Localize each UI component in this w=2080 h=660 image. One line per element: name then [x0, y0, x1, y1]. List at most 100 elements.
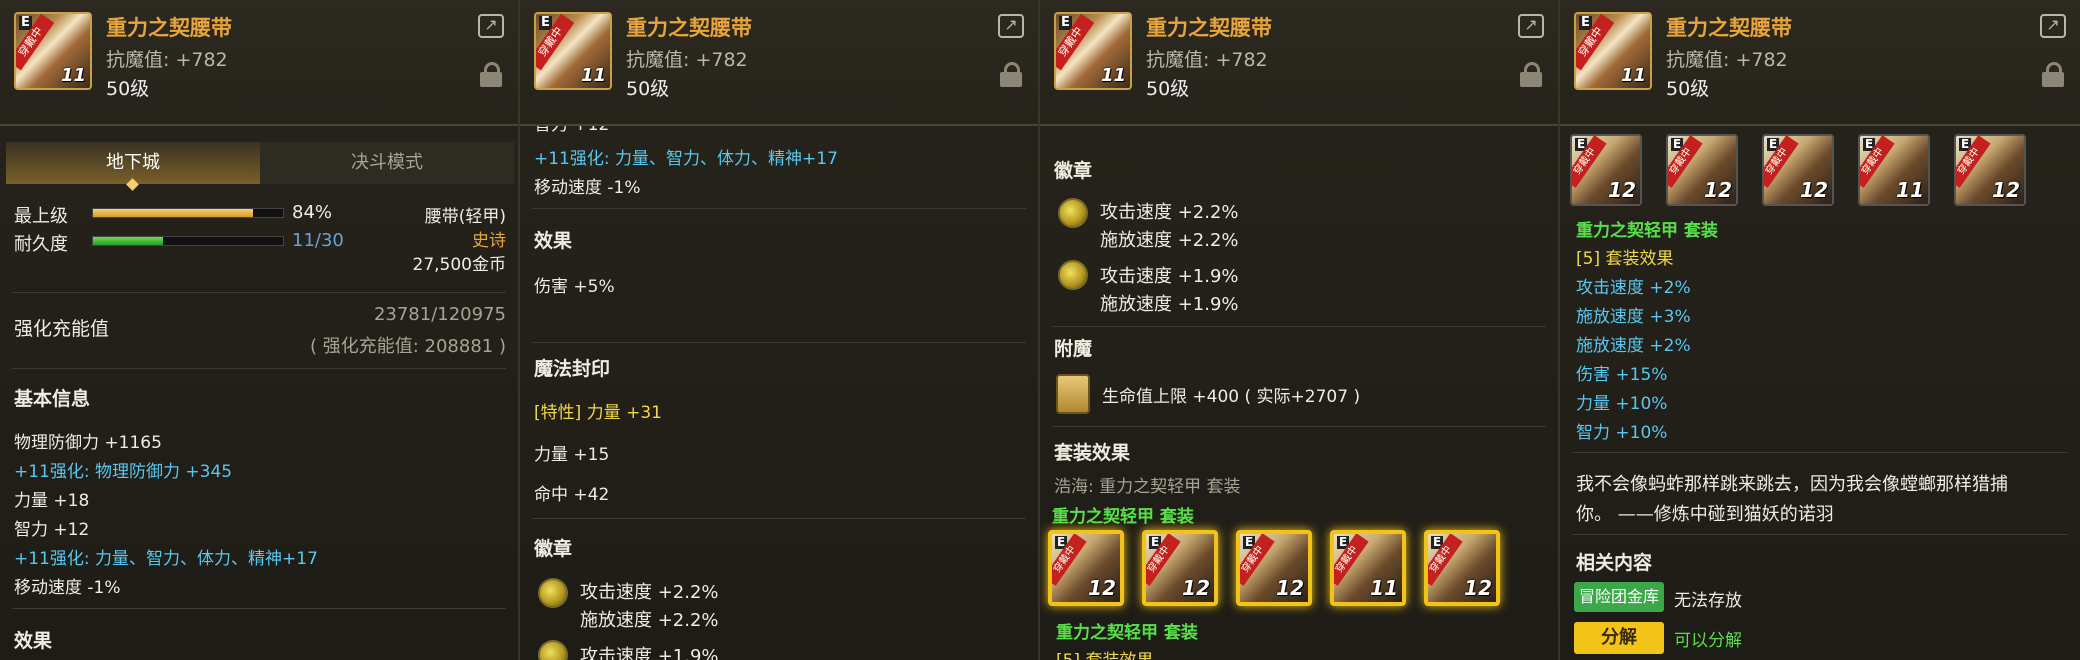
stat-line: 力量 +18 [14, 491, 90, 511]
set-stat: 攻击速度 +2% [1576, 278, 1691, 298]
set-stat: 施放速度 +3% [1576, 307, 1691, 327]
durability-value: 11/30 [292, 230, 344, 251]
disassemble-status: 可以分解 [1674, 631, 1742, 651]
set-source: 浩海: 重力之契轻甲 套装 [1054, 477, 1241, 497]
divider [12, 292, 506, 293]
stat-line: 移动速度 -1% [14, 578, 121, 598]
divider [532, 342, 1026, 343]
share-icon[interactable]: ↗ [998, 14, 1024, 38]
share-icon[interactable]: ↗ [2040, 14, 2066, 38]
stat-line: 智力 +12 [14, 520, 90, 540]
item-name: 重力之契腰带 [1146, 16, 1272, 40]
set-name: 重力之契轻甲 套装 [1052, 507, 1194, 527]
storage-status: 无法存放 [1674, 591, 1742, 611]
set-item-icon[interactable]: E 穿戴中 12 [1236, 530, 1312, 606]
set-item-icon[interactable]: E 穿戴中 12 [1570, 134, 1642, 206]
flavor-text: 我不会像蚂蚱那样跳来跳去，因为我会像螳螂那样猎捕 [1576, 474, 2008, 495]
stat-line: +11强化: 物理防御力 +345 [14, 462, 233, 482]
set-item-icon[interactable]: E 穿戴中 12 [1762, 134, 1834, 206]
effect-heading: 效果 [534, 230, 573, 252]
tooltip-header: E 穿戴中 11 重力之契腰带 抗魔值: +782 50级 ↗ [520, 0, 1038, 126]
emblem-line: 施放速度 +2.2% [1100, 230, 1239, 251]
emblem-icon [1058, 260, 1088, 290]
stat-line: 物理防御力 +1165 [14, 433, 162, 453]
seal-line: 命中 +42 [534, 485, 610, 505]
item-icon: E 穿戴中 11 [534, 12, 612, 90]
divider [532, 208, 1026, 209]
tab-duel[interactable]: 决斗模式 [260, 142, 514, 184]
set-item-icon[interactable]: E 穿戴中 11 [1330, 530, 1406, 606]
disassemble-button[interactable]: 分解 [1574, 622, 1664, 654]
enchant-heading: 附魔 [1054, 338, 1093, 360]
lock-icon[interactable] [480, 62, 502, 88]
share-icon[interactable]: ↗ [478, 14, 504, 38]
item-level: 50级 [626, 78, 670, 100]
storage-button[interactable]: 冒险团金库 [1574, 582, 1664, 612]
emblem-line: 攻击速度 +1.9% [580, 646, 719, 660]
seal-line: 力量 +15 [534, 445, 610, 465]
stat-line: +11强化: 力量、智力、体力、精神+17 [14, 549, 318, 569]
set-name: 重力之契轻甲 套装 [1576, 221, 1718, 241]
item-name: 重力之契腰带 [1666, 16, 1792, 40]
set-item-icon[interactable]: E 穿戴中 12 [1142, 530, 1218, 606]
anti-magic-value: 抗魔值: +782 [626, 49, 748, 71]
enhance-level: 11 [1100, 65, 1126, 86]
enhance-level: 11 [60, 65, 86, 86]
set-item-icon[interactable]: E 穿戴中 12 [1666, 134, 1738, 206]
emblem-heading: 徽章 [1054, 160, 1093, 182]
flavor-text: 你。 ——修炼中碰到猫妖的诺羽 [1576, 504, 1834, 525]
stat-line: 移动速度 -1% [534, 178, 641, 198]
durability-label: 耐久度 [14, 234, 68, 255]
set-item-icon[interactable]: E 穿戴中 12 [1954, 134, 2026, 206]
item-name: 重力之契腰带 [106, 16, 232, 40]
tooltip-panel-4: E 穿戴中 11 重力之契腰带 抗魔值: +782 50级 ↗ E 穿戴中 12 E… [1560, 0, 2080, 660]
set-stat: 智力 +10% [1576, 423, 1668, 443]
item-level: 50级 [1666, 78, 1710, 100]
set-stat: 力量 +10% [1576, 394, 1668, 414]
tooltip-header: E 穿戴中 11 重力之契腰带 抗魔值: +782 50级 ↗ [1040, 0, 1558, 126]
item-icon: E 穿戴中 11 [14, 12, 92, 90]
grade-bar [92, 208, 284, 218]
item-icon: E 穿戴中 11 [1054, 12, 1132, 90]
set-stat: 伤害 +15% [1576, 365, 1668, 385]
emblem-icon [538, 640, 568, 660]
seal-heading: 魔法封印 [534, 358, 611, 380]
effect-heading: 效果 [14, 630, 53, 652]
emblem-heading: 徽章 [534, 538, 573, 560]
durability-bar [92, 236, 284, 246]
stat-line: +11强化: 力量、智力、体力、精神+17 [534, 149, 838, 169]
share-icon[interactable]: ↗ [1518, 14, 1544, 38]
slot-type: 腰带(轻甲) [424, 207, 506, 227]
set-tier-cut: [5] 套装效果 [1056, 646, 1153, 660]
basic-info-heading: 基本信息 [14, 388, 91, 410]
set-item-icon[interactable]: E 穿戴中 11 [1858, 134, 1930, 206]
tab-dungeon[interactable]: 地下城 [6, 142, 260, 184]
lock-icon[interactable] [1520, 62, 1542, 88]
anti-magic-value: 抗魔值: +782 [106, 49, 228, 71]
charge-value: 23781/120975 [373, 304, 506, 325]
related-heading: 相关内容 [1576, 552, 1653, 574]
effect-line: 伤害 +5% [534, 277, 615, 297]
set-tier: [5] 套装效果 [1576, 249, 1674, 269]
tooltip-header: E 穿戴中 11 重力之契腰带 抗魔值: +782 50级 ↗ [0, 0, 518, 126]
item-level: 50级 [106, 78, 150, 100]
enhance-level: 11 [580, 65, 606, 86]
set-name: 重力之契轻甲 套装 [1056, 623, 1198, 643]
tooltip-header: E 穿戴中 11 重力之契腰带 抗魔值: +782 50级 ↗ [1560, 0, 2080, 126]
divider [1572, 534, 2068, 535]
lock-icon[interactable] [1000, 62, 1022, 88]
set-item-icon[interactable]: E 穿戴中 12 [1424, 530, 1500, 606]
charge-label: 强化充能值 [14, 318, 110, 340]
seal-trait: [特性] 力量 +31 [534, 403, 662, 423]
item-icon: E 穿戴中 11 [1574, 12, 1652, 90]
lock-icon[interactable] [2042, 62, 2064, 88]
emblem-line: 施放速度 +1.9% [1100, 294, 1239, 315]
rarity-label: 史诗 [472, 231, 506, 251]
emblem-icon [1058, 198, 1088, 228]
divider [1572, 452, 2068, 453]
divider [12, 368, 506, 369]
set-item-icon[interactable]: E 穿戴中 12 [1048, 530, 1124, 606]
divider [12, 608, 506, 609]
anti-magic-value: 抗魔值: +782 [1666, 49, 1788, 71]
divider [532, 518, 1026, 519]
